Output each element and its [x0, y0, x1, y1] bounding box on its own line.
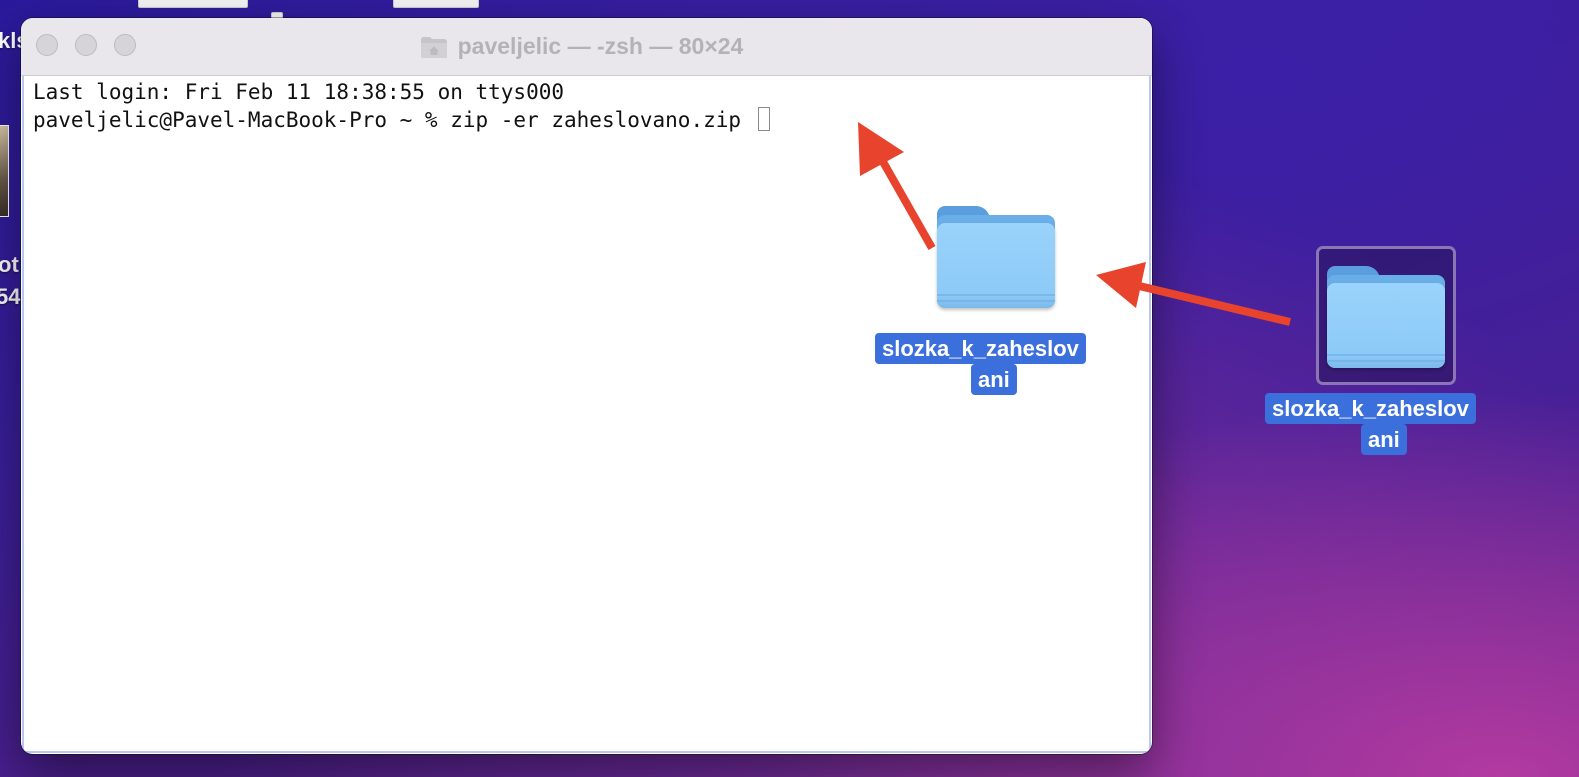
terminal-command: paveljelic@Pavel-MacBook-Pro ~ % zip -er… — [33, 108, 754, 132]
terminal-text: Last login: Fri Feb 11 18:38:55 on ttys0… — [33, 80, 565, 104]
terminal-line-last-login: Last login: Fri Feb 11 18:38:55 on ttys0… — [33, 78, 564, 106]
text-cursor — [757, 107, 770, 131]
terminal-line-prompt: paveljelic@Pavel-MacBook-Pro ~ % zip -er… — [33, 106, 770, 134]
desktop-file-thumbnail[interactable] — [138, 0, 248, 8]
folder-icon[interactable] — [937, 206, 1055, 308]
folder-name-label[interactable]: slozka_k_zaheslov — [875, 333, 1086, 364]
terminal-content[interactable]: Last login: Fri Feb 11 18:38:55 on ttys0… — [22, 76, 1151, 753]
folder-name-label[interactable]: slozka_k_zaheslov — [1265, 393, 1476, 424]
folder-name-label[interactable]: ani — [971, 364, 1017, 395]
folder-icon[interactable] — [1327, 266, 1445, 368]
desktop-file-thumbnail[interactable] — [393, 0, 479, 8]
desktop-item-label-fragment: 54 — [0, 284, 21, 309]
window-title-group: paveljelic — -zsh — 80×24 — [21, 18, 1152, 75]
desktop-image-thumbnail[interactable] — [0, 125, 9, 217]
window-title: paveljelic — -zsh — 80×24 — [457, 33, 744, 59]
folder-name-label[interactable]: ani — [1361, 424, 1407, 455]
title-bar[interactable]: paveljelic — -zsh — 80×24 — [21, 18, 1152, 76]
desktop-item-label-fragment: ot — [0, 252, 19, 277]
home-folder-icon — [420, 35, 448, 59]
